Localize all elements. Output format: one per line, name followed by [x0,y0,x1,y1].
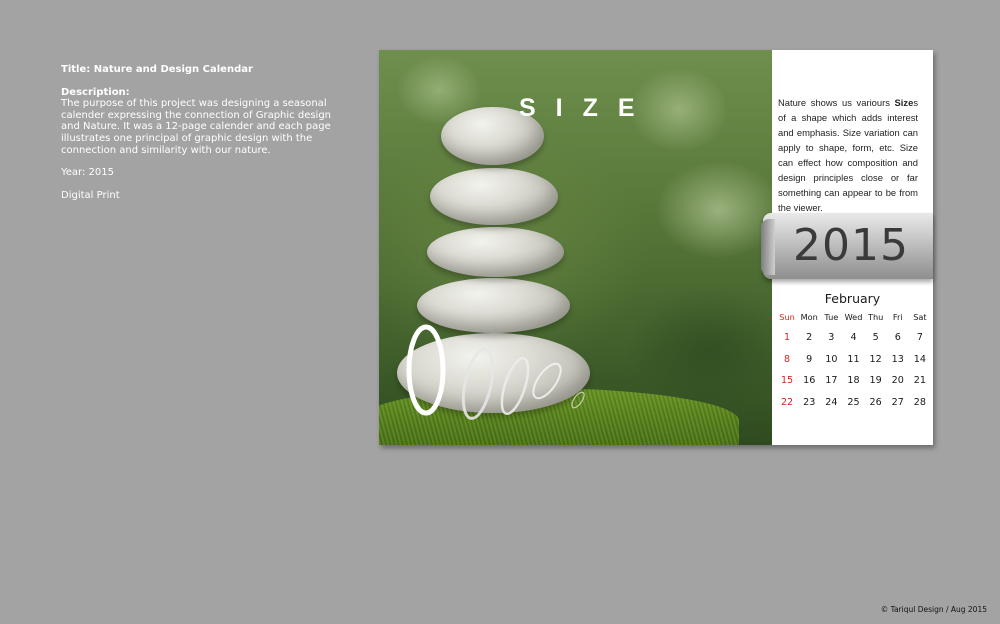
size-description: Nature shows us variours Sizes of a shap… [778,95,918,215]
day-name-tue: Tue [824,312,839,322]
stone-stack-photo: SIZE [379,50,772,445]
year-banner: 2015 [761,213,933,279]
copyright-note: © Tariqul Design / Aug 2015 [880,605,987,614]
oval-small [500,356,530,416]
day-cell: 7 [916,332,923,343]
day-cell: 26 [869,396,882,408]
oval-medium [461,348,495,420]
size-text-bold: Size [894,97,914,108]
day-cell: 20 [891,375,904,387]
oval-smallest [571,391,585,409]
day-name-thu: Thu [867,312,884,322]
day-cell: 3 [828,332,835,343]
month-name: February [824,291,881,306]
day-name-fri: Fri [892,312,903,322]
banner-curl [761,219,775,275]
day-cell: 15 [780,375,794,387]
day-cell: 19 [869,375,882,387]
oval-smaller [532,362,562,400]
day-name-sun: Sun [779,312,795,322]
project-medium: Digital Print [61,189,120,201]
day-name-mon: Mon [800,312,818,322]
day-cell: 1 [784,332,791,343]
day-cell: 21 [913,375,927,387]
day-cell: 2 [806,332,813,343]
project-info: Title: Nature and Design Calendar Descri… [61,64,336,201]
project-title: Title: Nature and Design Calendar [61,64,253,75]
month-grid: Sun Mon Tue Wed Thu Fri Sat 1 2 3 4 5 6 … [776,310,931,413]
project-year: Year: 2015 [61,167,114,179]
description-text: The purpose of this project was designin… [61,98,332,156]
day-cell: 28 [913,396,927,408]
day-cell: 6 [894,332,901,343]
day-cell: 11 [847,353,860,365]
day-cell: 5 [872,332,879,343]
oval-large [406,324,446,416]
size-text-after: s of a shape which adds interest and emp… [778,97,918,213]
day-cell: 10 [825,353,838,365]
day-cell: 23 [803,396,816,408]
size-ovals-graphic [406,324,585,420]
day-cell: 25 [847,396,860,408]
day-name-sat: Sat [913,312,927,322]
size-text-before: Nature shows us variours [778,97,895,108]
day-cell: 9 [806,353,813,365]
day-cell: 22 [780,396,794,408]
day-cell: 13 [891,353,904,365]
calendar-year: 2015 [793,220,909,271]
day-cell: 4 [850,332,857,343]
day-cell: 14 [913,353,927,365]
day-cell: 17 [825,375,838,387]
calendar-page: SIZE Nature shows us variours Sizes of a… [379,50,933,445]
day-cell: 27 [891,396,904,408]
day-cell: 8 [784,353,791,365]
day-cell: 12 [869,353,882,365]
day-cell: 18 [847,375,860,387]
day-name-wed: Wed [844,312,863,322]
day-cell: 24 [825,396,838,408]
description-label: Description: [61,86,130,98]
day-cell: 16 [803,375,816,387]
